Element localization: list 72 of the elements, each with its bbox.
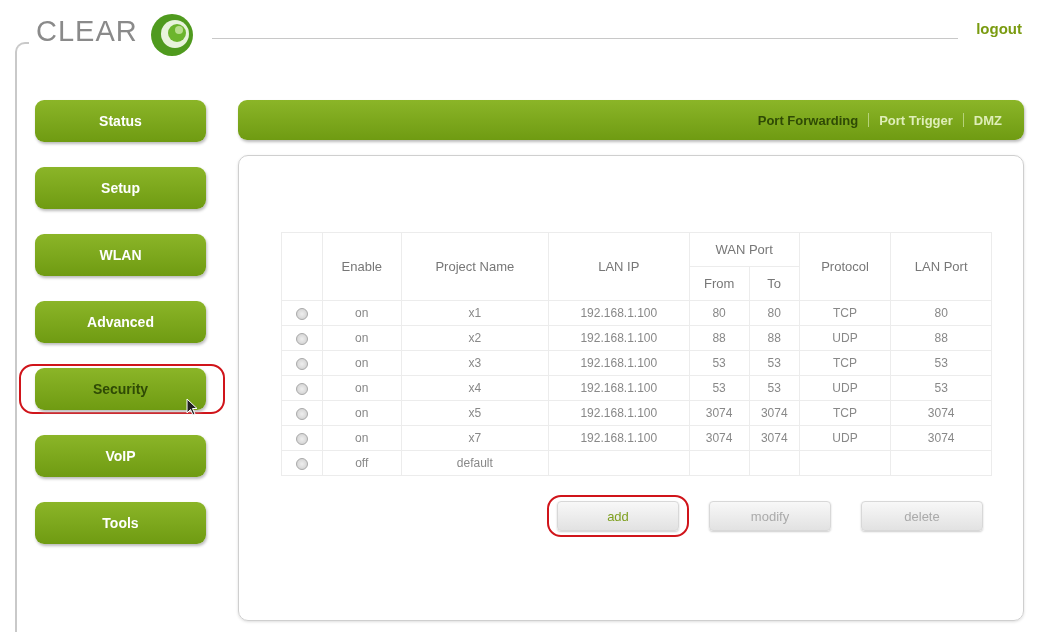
table-cell: 88 [689, 325, 750, 351]
logout-link[interactable]: logout [976, 19, 1022, 37]
action-button[interactable]: add [557, 501, 679, 531]
table-cell: UDP [799, 375, 891, 401]
row-radio-button[interactable] [296, 457, 308, 470]
table-cell: 3074 [890, 400, 992, 426]
column-header: LAN IP [548, 232, 689, 301]
table-cell: on [322, 425, 401, 451]
row-radio-button[interactable] [296, 332, 308, 345]
column-header: Project Name [401, 232, 549, 301]
table-cell: 80 [890, 300, 992, 326]
table-cell: 53 [890, 350, 992, 376]
table-cell: 3074 [890, 425, 992, 451]
column-header: Protocol [799, 232, 891, 301]
row-radio-button[interactable] [296, 407, 308, 420]
table-cell: on [322, 325, 401, 351]
table-cell: 88 [890, 325, 992, 351]
table-cell: 3074 [749, 425, 800, 451]
table-cell: 192.168.1.100 [548, 325, 689, 351]
table-cell: 88 [749, 325, 800, 351]
table-cell: 192.168.1.100 [548, 400, 689, 426]
sidebar-item[interactable]: Security [35, 368, 206, 410]
table-cell: on [322, 375, 401, 401]
row-radio-button[interactable] [296, 382, 308, 395]
sidebar-item[interactable]: WLAN [35, 234, 206, 276]
table-cell: 53 [749, 350, 800, 376]
table-cell: 192.168.1.100 [548, 350, 689, 376]
table-cell: 3074 [689, 400, 750, 426]
sidebar-item[interactable]: VoIP [35, 435, 206, 477]
column-header: Enable [322, 232, 401, 301]
cursor-icon [186, 398, 198, 416]
table-cell: TCP [799, 400, 891, 426]
table-cell: 80 [689, 300, 750, 326]
table-cell: 53 [749, 375, 800, 401]
table-cell: 3074 [689, 425, 750, 451]
row-radio-button[interactable] [296, 357, 308, 370]
table-cell: x3 [401, 350, 549, 376]
tab[interactable]: Port Trigger [879, 112, 953, 128]
table-cell: on [322, 350, 401, 376]
table-cell: off [322, 450, 401, 476]
table-cell: x2 [401, 325, 549, 351]
tab[interactable]: DMZ [973, 112, 1002, 128]
column-header: LAN Port [890, 232, 992, 301]
table-cell: x7 [401, 425, 549, 451]
table-cell: x4 [401, 375, 549, 401]
table-cell: 192.168.1.100 [548, 425, 689, 451]
table-cell: x1 [401, 300, 549, 326]
sidebar-item[interactable]: Status [35, 100, 206, 142]
table-cell: on [322, 300, 401, 326]
table-cell: TCP [799, 350, 891, 376]
table-cell: on [322, 400, 401, 426]
table-cell: 80 [749, 300, 800, 326]
table-cell: 192.168.1.100 [548, 300, 689, 326]
table-cell: 192.168.1.100 [548, 375, 689, 401]
row-radio-button[interactable] [296, 307, 308, 320]
table-cell: 53 [689, 350, 750, 376]
table-cell: 53 [890, 375, 992, 401]
table-cell: UDP [799, 325, 891, 351]
sidebar-item[interactable]: Tools [35, 502, 206, 544]
sidebar-item[interactable]: Setup [35, 167, 206, 209]
table-cell: TCP [799, 300, 891, 326]
table-cell: default [401, 450, 549, 476]
column-header: From [689, 266, 750, 301]
table-cell: UDP [799, 425, 891, 451]
tab[interactable]: Port Forwarding [757, 112, 859, 128]
table-cell: 3074 [749, 400, 800, 426]
row-radio-button[interactable] [296, 432, 308, 445]
table-cell: 53 [689, 375, 750, 401]
sidebar-item[interactable]: Advanced [35, 301, 206, 343]
swirl-logo-icon [149, 13, 194, 57]
table-cell: x5 [401, 400, 549, 426]
column-header: WAN Port [689, 232, 800, 267]
